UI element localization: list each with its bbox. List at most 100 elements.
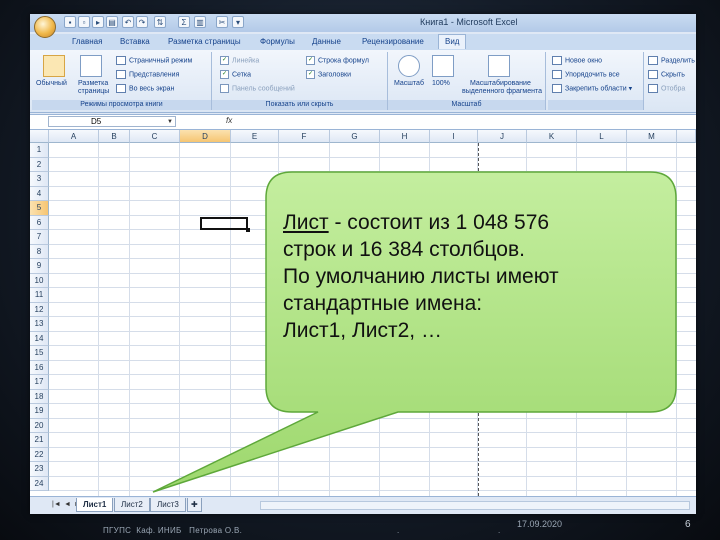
arrange-all-button[interactable]: Упорядочить все bbox=[552, 70, 620, 79]
row-header-23[interactable]: 23 bbox=[30, 462, 49, 477]
group-caption-window bbox=[548, 100, 643, 110]
headings-checkbox[interactable]: ✓ Заголовки bbox=[306, 70, 351, 79]
name-box-value: D5 bbox=[91, 117, 102, 126]
row-header-24[interactable]: 24 bbox=[30, 476, 49, 491]
new-file-icon[interactable]: ▫ bbox=[78, 16, 90, 28]
tab-view[interactable]: Вид bbox=[438, 34, 467, 49]
column-header-partial[interactable] bbox=[677, 130, 696, 143]
full-screen-button[interactable]: Во весь экран bbox=[116, 84, 174, 93]
gridlines-checkbox[interactable]: ✓ Сетка bbox=[220, 70, 251, 79]
column-header-b[interactable]: B bbox=[99, 130, 130, 143]
freeze-panes-button[interactable]: Закрепить области ▾ bbox=[552, 84, 632, 93]
row-header-16[interactable]: 16 bbox=[30, 360, 49, 375]
column-header-j[interactable]: J bbox=[478, 130, 527, 143]
page-layout-icon[interactable] bbox=[80, 55, 102, 77]
unhide-button[interactable]: Отобра bbox=[648, 84, 685, 93]
page-layout-label-1[interactable]: Разметка bbox=[78, 80, 108, 87]
column-header-d[interactable]: D bbox=[180, 130, 231, 143]
row-header-4[interactable]: 4 bbox=[30, 186, 49, 201]
column-header-a[interactable]: A bbox=[49, 130, 99, 143]
row-header-20[interactable]: 20 bbox=[30, 418, 49, 433]
row-header-17[interactable]: 17 bbox=[30, 375, 49, 390]
zoom-label[interactable]: Масштаб bbox=[394, 80, 424, 87]
undo-icon[interactable]: ↶ bbox=[122, 16, 134, 28]
row-header-11[interactable]: 11 bbox=[30, 288, 49, 303]
row-header-2[interactable]: 2 bbox=[30, 157, 49, 172]
row-header-8[interactable]: 8 bbox=[30, 244, 49, 259]
gridline-horizontal bbox=[49, 432, 696, 433]
full-screen-icon bbox=[116, 84, 126, 93]
row-header-14[interactable]: 14 bbox=[30, 331, 49, 346]
zoom-selection-label-2[interactable]: выделенного фрагмента bbox=[462, 88, 542, 95]
first-sheet-icon[interactable]: |◄ bbox=[52, 501, 61, 508]
message-bar-checkbox[interactable]: Панель сообщений bbox=[220, 84, 295, 93]
tab-home[interactable]: Главная bbox=[68, 36, 106, 47]
ruler-checkbox[interactable]: ✓ Линейка bbox=[220, 56, 259, 65]
prev-sheet-icon[interactable]: ◄ bbox=[64, 501, 71, 508]
row-header-10[interactable]: 10 bbox=[30, 273, 49, 288]
row-header-7[interactable]: 7 bbox=[30, 230, 49, 245]
row-header-19[interactable]: 19 bbox=[30, 404, 49, 419]
horizontal-scrollbar[interactable] bbox=[260, 501, 690, 510]
row-header-5[interactable]: 5 bbox=[30, 201, 49, 216]
tab-insert[interactable]: Вставка bbox=[116, 36, 154, 47]
zoom-100-label[interactable]: 100% bbox=[432, 80, 450, 87]
customize-toolbar-icon[interactable]: ▾ bbox=[232, 16, 244, 28]
active-cell[interactable] bbox=[200, 217, 250, 232]
redo-icon[interactable]: ↷ bbox=[136, 16, 148, 28]
page-break-view-button[interactable]: Страничный режим bbox=[116, 56, 192, 65]
open-file-icon[interactable]: ▸ bbox=[92, 16, 104, 28]
custom-views-button[interactable]: Представления bbox=[116, 70, 179, 79]
page-layout-label-2[interactable]: страницы bbox=[78, 88, 109, 95]
tab-page-layout[interactable]: Разметка страницы bbox=[164, 36, 245, 47]
normal-view-icon[interactable] bbox=[43, 55, 65, 77]
zoom-to-selection-icon[interactable] bbox=[488, 55, 510, 77]
save-icon[interactable]: ▪ bbox=[64, 16, 76, 28]
tab-data[interactable]: Данные bbox=[308, 36, 345, 47]
row-header-21[interactable]: 21 bbox=[30, 433, 49, 448]
column-header-l[interactable]: L bbox=[577, 130, 627, 143]
column-header-e[interactable]: E bbox=[231, 130, 279, 143]
row-header-13[interactable]: 13 bbox=[30, 317, 49, 332]
print-icon[interactable]: ▤ bbox=[106, 16, 118, 28]
chart-icon[interactable]: ▥ bbox=[194, 16, 206, 28]
column-header-k[interactable]: K bbox=[527, 130, 577, 143]
row-header-22[interactable]: 22 bbox=[30, 447, 49, 462]
column-header-c[interactable]: C bbox=[130, 130, 180, 143]
sort-icon[interactable]: ⇅ bbox=[154, 16, 166, 28]
row-header-15[interactable]: 15 bbox=[30, 346, 49, 361]
office-button[interactable] bbox=[34, 16, 56, 38]
row-header-3[interactable]: 3 bbox=[30, 172, 49, 187]
row-header-12[interactable]: 12 bbox=[30, 302, 49, 317]
sheet-tab-2[interactable]: Лист2 bbox=[114, 498, 150, 512]
page-break-icon bbox=[116, 56, 126, 65]
cut-icon[interactable]: ✂ bbox=[216, 16, 228, 28]
zoom-icon[interactable] bbox=[398, 55, 420, 77]
split-button[interactable]: Разделить bbox=[648, 56, 695, 65]
formula-bar-checkbox[interactable]: ✓ Строка формул bbox=[306, 56, 369, 65]
row-header-9[interactable]: 9 bbox=[30, 259, 49, 274]
sheet-tab-1[interactable]: Лист1 bbox=[76, 498, 114, 512]
name-box-dropdown-icon[interactable]: ▼ bbox=[167, 117, 173, 127]
insert-sheet-icon[interactable]: ✚ bbox=[187, 498, 202, 512]
normal-view-label[interactable]: Обычный bbox=[36, 80, 67, 87]
zoom-100-icon[interactable] bbox=[432, 55, 454, 77]
row-header-1[interactable]: 1 bbox=[30, 143, 49, 158]
row-header-18[interactable]: 18 bbox=[30, 389, 49, 404]
select-all-corner[interactable] bbox=[30, 130, 49, 143]
hide-button[interactable]: Скрыть bbox=[648, 70, 685, 79]
sheet-tab-3[interactable]: Лист3 bbox=[150, 498, 186, 512]
name-box[interactable]: D5 ▼ bbox=[48, 116, 176, 127]
sum-icon[interactable]: Σ bbox=[178, 16, 190, 28]
row-header-6[interactable]: 6 bbox=[30, 215, 49, 230]
column-header-g[interactable]: G bbox=[330, 130, 380, 143]
tab-formulas[interactable]: Формулы bbox=[256, 36, 299, 47]
column-header-h[interactable]: H bbox=[380, 130, 430, 143]
new-window-button[interactable]: Новое окно bbox=[552, 56, 602, 65]
column-header-f[interactable]: F bbox=[279, 130, 330, 143]
tab-review[interactable]: Рецензирование bbox=[358, 36, 428, 47]
column-header-m[interactable]: M bbox=[627, 130, 677, 143]
zoom-selection-label-1[interactable]: Масштабирование bbox=[470, 80, 531, 87]
column-header-i[interactable]: I bbox=[430, 130, 478, 143]
fx-icon[interactable]: fx bbox=[226, 116, 232, 125]
